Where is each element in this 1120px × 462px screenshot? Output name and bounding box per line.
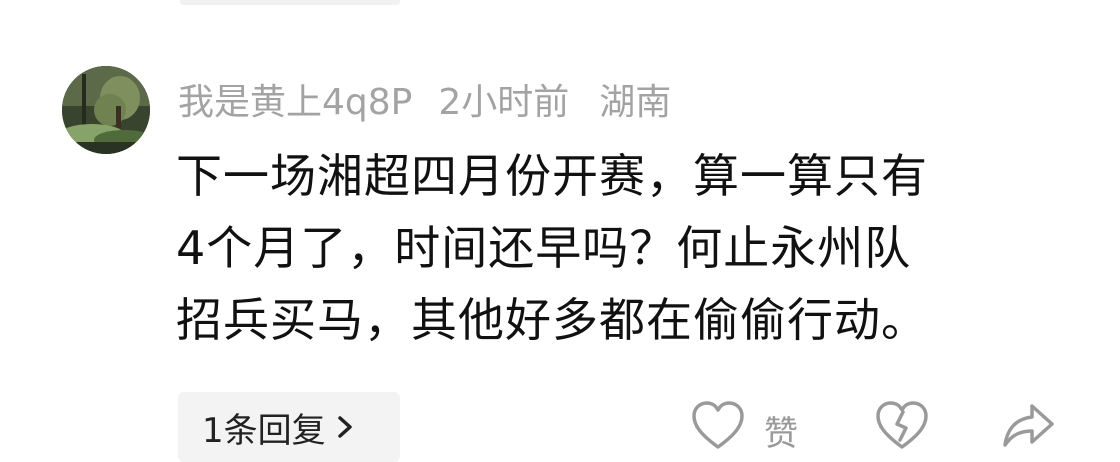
comment-meta: 我是黄上4q8P 2小时前 湖南 xyxy=(178,74,671,124)
location: 湖南 xyxy=(599,82,672,123)
share-arrow-icon[interactable] xyxy=(1000,400,1056,456)
timestamp: 2小时前 xyxy=(438,82,570,123)
broken-heart-icon[interactable] xyxy=(874,400,930,456)
reply-count-label: 1条回复 xyxy=(202,410,326,451)
view-replies-button[interactable]: 1条回复 xyxy=(178,392,400,462)
comment-text: 下一场湘超四月份开赛，算一算只有 4个月了，时间还早吗？何止永州队 招兵买马，其… xyxy=(176,140,1076,356)
previous-item-edge xyxy=(180,0,400,5)
like-label[interactable]: 赞 xyxy=(764,406,798,455)
comment-line: 招兵买马，其他好多都在偷偷行动。 xyxy=(176,293,928,347)
comment-screen: 我是黄上4q8P 2小时前 湖南 下一场湘超四月份开赛，算一算只有 4个月了，时… xyxy=(0,0,1120,462)
chevron-right-icon xyxy=(336,414,356,440)
heart-outline-icon[interactable] xyxy=(690,400,746,456)
avatar-image xyxy=(62,66,150,154)
username[interactable]: 我是黄上4q8P xyxy=(178,73,412,125)
avatar[interactable] xyxy=(62,66,150,154)
comment-line: 下一场湘超四月份开赛，算一算只有 xyxy=(176,149,928,203)
comment-line: 4个月了，时间还早吗？何止永州队 xyxy=(176,221,912,275)
